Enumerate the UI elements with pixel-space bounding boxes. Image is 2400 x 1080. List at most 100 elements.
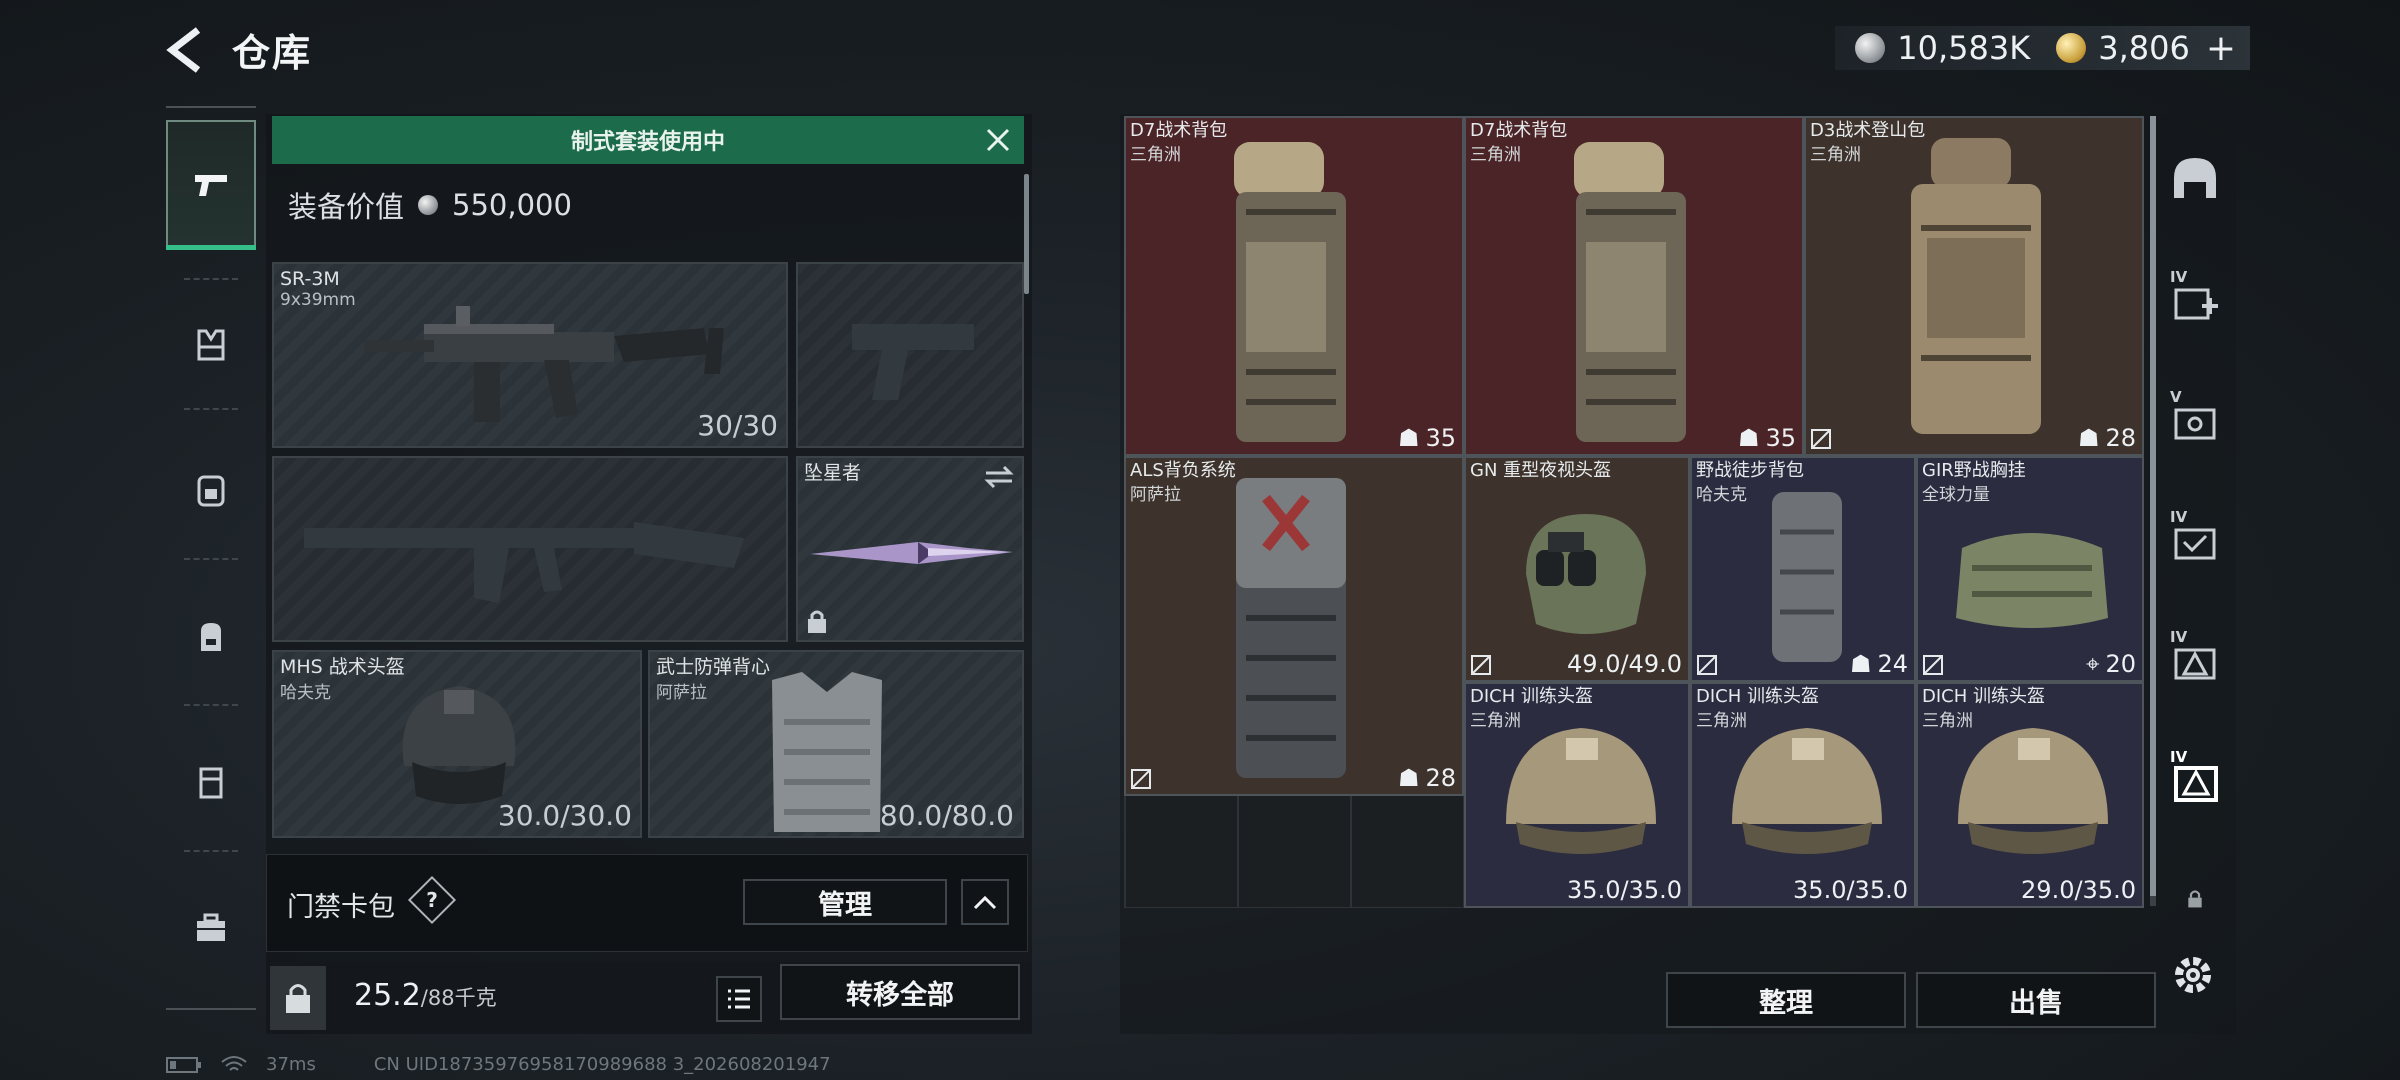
rail-storage-iv[interactable]: IV <box>2150 494 2240 584</box>
collapse-button[interactable] <box>961 879 1009 925</box>
capacity-icon: ☗ <box>1397 424 1420 452</box>
rail-stash-home[interactable] <box>2150 134 2240 224</box>
nvg-helmet-image <box>1526 514 1646 634</box>
item-name: DICH 训练头盔 <box>1696 686 1819 707</box>
item-value: ☗ 28 <box>1397 764 1456 792</box>
keycard-bag: 门禁卡包 ? 管理 <box>266 854 1028 952</box>
armor-slot[interactable]: 武士防弹背心 阿萨拉 80.0/80.0 <box>648 650 1024 838</box>
capacity-icon: ☗ <box>1737 424 1760 452</box>
capacity-value: 25.2/88千克 <box>354 978 497 1013</box>
stash-item[interactable]: 野战徒步背包 哈夫克 ☗ 24 <box>1690 456 1916 682</box>
equip-value-label: 装备价值 <box>288 190 405 224</box>
pistol-icon <box>195 175 227 196</box>
item-value: ☗ 35 <box>1397 424 1456 452</box>
rail-tag: IV <box>2170 268 2188 286</box>
item-value: 35.0/35.0 <box>1567 876 1682 904</box>
list-view-button[interactable] <box>716 976 762 1022</box>
slot-brand: 哈夫克 <box>280 683 331 703</box>
stash-item[interactable]: DICH 训练头盔 三角洲 35.0/35.0 <box>1690 682 1916 908</box>
pistol-silhouette-icon <box>852 324 974 400</box>
rail-add-storage[interactable]: IV <box>2150 254 2240 344</box>
back-arrow-icon[interactable] <box>160 24 212 76</box>
swap-icon[interactable] <box>984 464 1014 490</box>
vest-image <box>772 672 882 832</box>
add-currency-button[interactable]: + <box>2206 28 2236 69</box>
pistol-slot[interactable] <box>796 262 1024 448</box>
stash-item[interactable]: D7战术背包 三角洲 ☗ 35 <box>1124 116 1464 456</box>
sell-button[interactable]: 出售 <box>1916 972 2156 1028</box>
item-name: DICH 训练头盔 <box>1470 686 1593 707</box>
primary-weapon-slot[interactable]: SR-3M 9x39mm 30/30 <box>272 262 788 448</box>
manage-button[interactable]: 管理 <box>743 879 947 925</box>
gear-icon[interactable] <box>2168 950 2218 1000</box>
item-brand: 三角洲 <box>1470 145 1521 165</box>
capacity-icon: ☗ <box>2077 424 2100 452</box>
stash-item[interactable]: DICH 训练头盔 三角洲 29.0/35.0 <box>1916 682 2144 908</box>
slot-name: 坠星者 <box>804 462 862 484</box>
kit-banner-text: 制式套装使用中 <box>570 130 725 155</box>
stash-item[interactable]: ALS背负系统 阿萨拉 ☗ 28 <box>1124 456 1464 796</box>
rail-storage-iv-b[interactable]: IV <box>2150 614 2240 704</box>
melee-slot[interactable]: 坠星者 <box>796 456 1024 642</box>
weight-lock[interactable] <box>270 966 326 1030</box>
backpack-image <box>1574 142 1686 442</box>
capacity-icon: ☗ <box>1849 650 1872 678</box>
backpack-icon <box>201 623 221 651</box>
capacity-current: 25.2 <box>354 978 421 1013</box>
rail-weapons[interactable] <box>166 120 256 250</box>
rail-toolbox[interactable] <box>166 864 256 994</box>
ammo-count: 30/30 <box>697 409 778 442</box>
rail-storage-v[interactable]: V <box>2150 374 2240 464</box>
item-name: D7战术背包 <box>1470 120 1568 141</box>
training-helmet-image <box>1506 728 1656 854</box>
wifi-icon <box>221 1055 247 1071</box>
item-brand: 全球力量 <box>1922 485 1990 505</box>
silver-coin-icon <box>418 195 439 215</box>
vest-capacity-icon: ⌖ <box>2085 650 2100 678</box>
no-insure-icon <box>1923 655 1943 675</box>
no-insure-icon <box>1697 655 1717 675</box>
slot-brand: 阿萨拉 <box>656 683 707 703</box>
durability: 80.0/80.0 <box>879 799 1014 832</box>
stash-item[interactable]: D3战术登山包 三角洲 ☗ 28 <box>1804 116 2144 456</box>
gold-balance: 3,806 <box>2098 29 2190 67</box>
silver-balance: 10,583K <box>1897 29 2031 67</box>
storage-rail: IV V IV IV IV <box>2150 110 2240 1010</box>
rail-armor[interactable] <box>166 280 256 410</box>
rail-tag: IV <box>2170 748 2188 766</box>
rail-storage-iv-active[interactable]: IV <box>2150 734 2240 824</box>
stash-item[interactable]: DICH 训练头盔 三角洲 35.0/35.0 <box>1464 682 1690 908</box>
knife-image <box>810 542 1013 564</box>
item-name: D7战术背包 <box>1130 120 1228 141</box>
gold-coin-icon <box>2056 33 2087 63</box>
close-icon[interactable] <box>984 126 1012 154</box>
capacity-icon: ☗ <box>1397 764 1420 792</box>
loadout-scrollbar[interactable] <box>1024 174 1029 294</box>
item-value: ☗ 35 <box>1737 424 1796 452</box>
status-bar: 37ms CN UID18735976958170989688 3_202608… <box>166 1054 831 1075</box>
transfer-all-button[interactable]: 转移全部 <box>780 964 1020 1020</box>
slot-caliber: 9x39mm <box>280 290 356 310</box>
no-insure-icon <box>1811 429 1831 449</box>
briefcase-icon <box>197 913 225 941</box>
slot-name: SR-3M <box>280 268 340 290</box>
rail-case[interactable] <box>166 718 256 848</box>
item-name: GN 重型夜视头盔 <box>1470 460 1612 481</box>
stash-item[interactable]: D7战术背包 三角洲 ☗ 35 <box>1464 116 1804 456</box>
rail-rig[interactable] <box>166 426 256 556</box>
stash-item[interactable]: GN 重型夜视头盔 49.0/49.0 <box>1464 456 1690 682</box>
no-insure-icon <box>1471 655 1491 675</box>
item-value: 35.0/35.0 <box>1793 876 1908 904</box>
equip-value: 装备价值 550,000 <box>288 184 572 226</box>
stash-item[interactable]: GIR野战胸挂 全球力量 ⌖ 20 <box>1916 456 2144 682</box>
item-value: ☗ 28 <box>2077 424 2136 452</box>
secondary-weapon-slot[interactable] <box>272 456 788 642</box>
capacity-bar: 25.2/88千克 转移全部 <box>266 962 1032 1034</box>
rail-backpack[interactable] <box>166 572 256 702</box>
sort-button[interactable]: 整理 <box>1666 972 1906 1028</box>
category-rail <box>166 106 256 1010</box>
help-icon[interactable]: ? <box>407 875 457 925</box>
item-value: ☗ 24 <box>1849 650 1908 678</box>
helmet-slot[interactable]: MHS 战术头盔 哈夫克 30.0/30.0 <box>272 650 642 838</box>
page-title: 仓库 <box>232 31 313 75</box>
